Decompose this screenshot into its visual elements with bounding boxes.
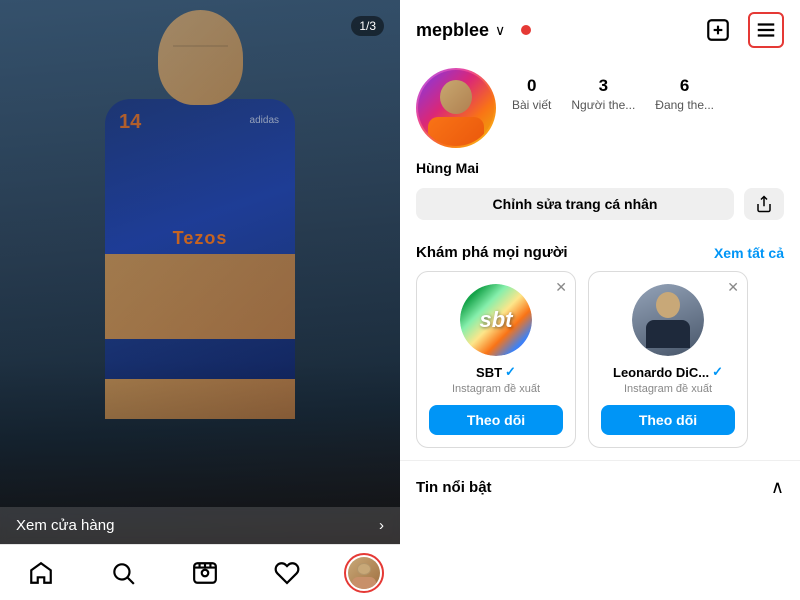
story-image[interactable]: 14 Tezos adidas 1/3 Xem cửa hàng › [0, 0, 400, 600]
stat-posts-label: Bài viết [512, 98, 551, 112]
leo-avatar [632, 284, 704, 356]
follow-sbt-button[interactable]: Theo dõi [429, 405, 563, 435]
avatar-inner [418, 70, 494, 146]
follow-leo-button[interactable]: Theo dõi [601, 405, 735, 435]
leo-sub: Instagram đề xuất [624, 383, 712, 395]
close-leo-button[interactable]: ✕ [727, 280, 739, 294]
edit-profile-button[interactable]: Chỉnh sửa trang cá nhân [416, 188, 734, 220]
nav-avatar [348, 557, 380, 589]
add-post-button[interactable] [700, 12, 736, 48]
profile-avatar[interactable] [416, 68, 496, 148]
stat-following[interactable]: 6 Đang the... [655, 76, 714, 114]
username-row: mepblee ∨ [416, 20, 531, 41]
profile-name: Hùng Mai [400, 160, 800, 188]
share-icon [755, 195, 773, 213]
stat-following-number: 6 [655, 76, 714, 96]
highlights-title: Tin nổi bật [416, 479, 492, 496]
right-panel: mepblee ∨ [400, 0, 800, 600]
stat-following-label: Đang the... [655, 98, 714, 112]
sbt-avatar: sbt [460, 284, 532, 356]
stat-posts[interactable]: 0 Bài viết [512, 76, 551, 114]
leo-suit [646, 320, 690, 348]
heart-icon [274, 560, 300, 586]
stat-followers-label: Người the... [571, 98, 635, 112]
edit-btn-row: Chỉnh sửa trang cá nhân [400, 188, 800, 236]
leo-verified-icon: ✓ [712, 364, 723, 380]
nav-activity[interactable] [262, 548, 312, 598]
stat-followers-number: 3 [571, 76, 635, 96]
sbt-logo: sbt [460, 284, 532, 356]
suggestion-card-leo: ✕ Leonardo DiC... ✓ Instagram đề xuất Th… [588, 271, 748, 448]
add-icon [705, 17, 731, 43]
suggestion-card-sbt: ✕ sbt SBT ✓ Instagram đề xuất Theo dõi [416, 271, 576, 448]
leo-name: Leonardo DiC... ✓ [613, 364, 723, 380]
live-dot [521, 25, 531, 35]
shop-bar-arrow: › [379, 517, 384, 534]
shop-bar-text: Xem cửa hàng [16, 517, 114, 534]
leo-figure [646, 292, 690, 348]
home-icon [28, 560, 54, 586]
sbt-name: SBT ✓ [476, 364, 516, 380]
nav-home[interactable] [16, 548, 66, 598]
nav-reels[interactable] [180, 548, 230, 598]
shop-bar[interactable]: Xem cửa hàng › [0, 507, 400, 544]
reels-icon [192, 560, 218, 586]
menu-icon [755, 19, 777, 41]
nav-search[interactable] [98, 548, 148, 598]
leo-head [656, 292, 680, 318]
suggestions-row: ✕ sbt SBT ✓ Instagram đề xuất Theo dõi ✕ [400, 271, 800, 448]
menu-button[interactable] [748, 12, 784, 48]
stat-posts-number: 0 [512, 76, 551, 96]
chevron-down-icon[interactable]: ∨ [495, 22, 505, 39]
profile-info: 0 Bài viết 3 Người the... 6 Đang the... [400, 60, 800, 160]
sbt-verified-icon: ✓ [505, 364, 516, 380]
profile-header: mepblee ∨ [400, 0, 800, 60]
chevron-up-icon[interactable]: ∧ [771, 477, 784, 498]
username: mepblee [416, 20, 489, 41]
discover-header: Khám phá mọi người Xem tất cả [400, 236, 800, 271]
leo-avatar-img [632, 284, 704, 356]
share-profile-button[interactable] [744, 188, 784, 220]
see-all-button[interactable]: Xem tất cả [714, 245, 784, 261]
close-sbt-button[interactable]: ✕ [555, 280, 567, 294]
nav-profile[interactable] [344, 553, 384, 593]
story-counter: 1/3 [351, 16, 384, 36]
discover-title: Khám phá mọi người [416, 244, 568, 261]
stat-followers[interactable]: 3 Người the... [571, 76, 635, 114]
search-icon [110, 560, 136, 586]
stats-row: 0 Bài viết 3 Người the... 6 Đang the... [512, 68, 784, 114]
bottom-nav [0, 544, 400, 600]
header-icons [700, 12, 784, 48]
highlights-header: Tin nổi bật ∧ [400, 460, 800, 506]
sbt-sub: Instagram đề xuất [452, 383, 540, 395]
left-panel: 14 Tezos adidas 1/3 Xem cửa hàng › [0, 0, 400, 600]
